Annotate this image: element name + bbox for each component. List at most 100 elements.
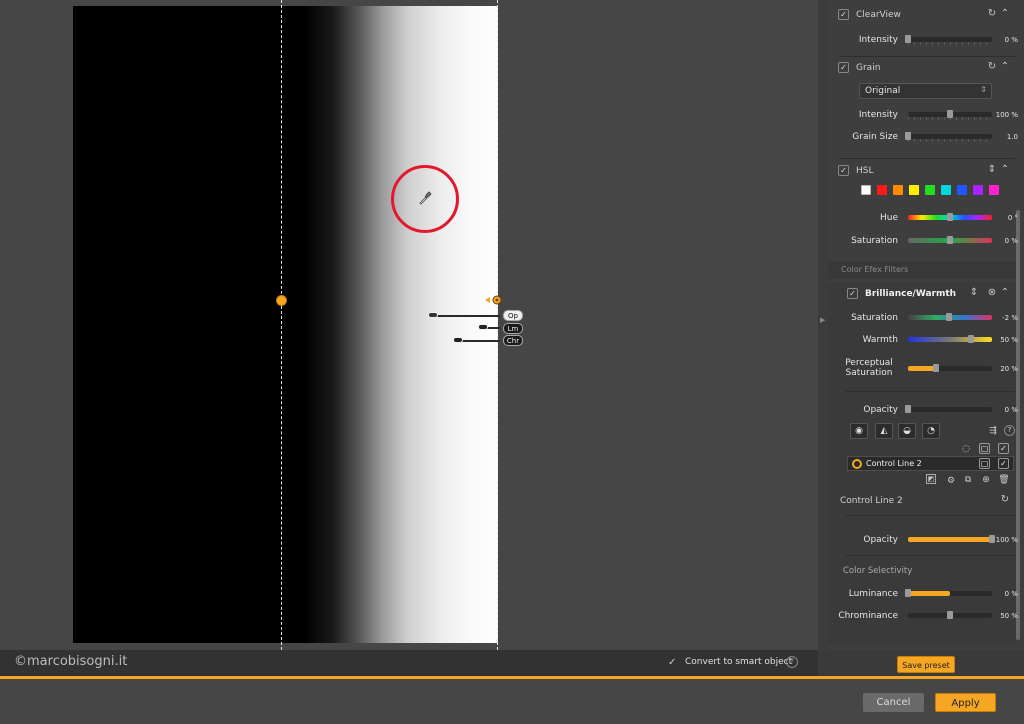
luminance-slider[interactable] xyxy=(905,589,992,597)
brilliance-warmth-value: 50 % xyxy=(1000,336,1018,344)
collapse-arrow-icon[interactable]: ▶ xyxy=(820,316,825,324)
hsl-hue-label: Hue xyxy=(879,213,898,223)
reorder-icon[interactable]: ⇕ xyxy=(986,164,998,176)
control-line-list-item[interactable]: Control Line 2 ▢ ✓ xyxy=(847,456,1014,471)
all-points-checkbox[interactable]: ✓ xyxy=(998,443,1009,454)
hsl-title: HSL xyxy=(856,166,874,176)
color-efex-header: Color Efex Filters xyxy=(841,265,909,274)
hsl-enable-checkbox[interactable]: ✓ xyxy=(838,165,849,176)
reorder-icon[interactable]: ⇕ xyxy=(968,287,980,299)
reset-icon[interactable]: ↻ xyxy=(986,61,998,73)
grain-intensity-slider[interactable] xyxy=(908,110,992,120)
settings-small-icon[interactable]: ⚙ xyxy=(945,475,957,487)
control-line-opacity-value: 100 % xyxy=(995,536,1018,544)
hsl-header: ✓ HSL ⇕ ⌃ xyxy=(838,163,1018,179)
control-label-opacity[interactable]: Op xyxy=(503,310,523,321)
hsl-swatch[interactable] xyxy=(861,185,871,195)
duplicate-icon[interactable]: ⧉ xyxy=(962,474,974,486)
brilliance-warmth-slider[interactable] xyxy=(908,335,992,343)
slider-thumb[interactable] xyxy=(905,35,911,43)
hsl-swatch[interactable] xyxy=(973,185,983,195)
slider-thumb[interactable] xyxy=(905,589,911,597)
grain-size-label: Grain Size xyxy=(852,132,898,142)
grain-title: Grain xyxy=(856,63,881,73)
control-line-opacity-slider[interactable] xyxy=(908,535,995,543)
grain-enable-checkbox[interactable]: ✓ xyxy=(838,62,849,73)
add-ellipse-button[interactable]: ◒ xyxy=(898,423,916,439)
clearview-intensity-slider[interactable] xyxy=(905,35,992,45)
slider-thumb[interactable] xyxy=(905,132,911,140)
hsl-swatch[interactable] xyxy=(893,185,903,195)
hsl-saturation-slider[interactable] xyxy=(908,236,992,244)
app-window: Op Lm Chr ©marcobisogni.it ✓ Convert to … xyxy=(0,0,1024,724)
hsl-swatch[interactable] xyxy=(989,185,999,195)
opacity-stick xyxy=(430,315,500,317)
hsl-swatch[interactable] xyxy=(941,185,951,195)
panel-scrollbar[interactable] xyxy=(1016,210,1020,640)
reset-icon[interactable]: ↻ xyxy=(999,494,1011,506)
chrominance-stick-knob[interactable] xyxy=(453,337,463,343)
control-line-settings-title: Control Line 2 xyxy=(840,496,903,506)
cancel-button[interactable]: Cancel xyxy=(863,693,924,712)
slider-thumb[interactable] xyxy=(968,335,974,343)
show-mask-toggle[interactable]: ▢ xyxy=(979,458,990,469)
brilliance-saturation-slider[interactable] xyxy=(908,313,992,321)
luminance-label: Luminance xyxy=(848,589,898,599)
grain-size-value: 1.0 xyxy=(1006,133,1018,141)
save-preset-button[interactable]: Save preset xyxy=(897,656,955,673)
clearview-intensity-value: 0 % xyxy=(1004,36,1018,44)
hsl-swatch[interactable] xyxy=(957,185,967,195)
slider-thumb[interactable] xyxy=(947,213,953,221)
grain-preset-dropdown[interactable]: Original ⇕ xyxy=(859,83,992,99)
add-control-line-button[interactable]: ◔ xyxy=(922,423,940,439)
hsl-swatch[interactable] xyxy=(925,185,935,195)
hsl-swatch[interactable] xyxy=(877,185,887,195)
color-selectivity-label: Color Selectivity xyxy=(843,566,913,576)
help-icon[interactable]: ? xyxy=(1004,425,1015,436)
control-line-center-point[interactable] xyxy=(276,295,287,306)
apply-button[interactable]: Apply xyxy=(935,693,996,712)
grain-size-slider[interactable] xyxy=(905,132,992,142)
brush-settings-icon[interactable]: ⇶ xyxy=(987,425,999,437)
control-line-icon xyxy=(852,459,862,469)
chrominance-slider[interactable] xyxy=(908,611,992,619)
slider-thumb[interactable] xyxy=(905,405,911,413)
control-line-left-boundary[interactable] xyxy=(281,0,282,650)
panel-collapse-divider[interactable]: ▶ xyxy=(818,0,828,650)
slider-thumb[interactable] xyxy=(947,611,953,619)
slider-thumb[interactable] xyxy=(947,236,953,244)
preview-image[interactable] xyxy=(73,6,498,643)
clearview-intensity-label: Intensity xyxy=(858,35,898,45)
remove-filter-icon[interactable]: ⊗ xyxy=(986,287,998,299)
opacity-stick-knob[interactable] xyxy=(428,312,438,318)
slider-thumb[interactable] xyxy=(947,110,953,118)
collapse-chevron-icon[interactable]: ⌃ xyxy=(999,8,1011,20)
brilliance-perceptual-slider[interactable] xyxy=(908,364,992,372)
hsl-swatch[interactable] xyxy=(909,185,919,195)
slider-thumb[interactable] xyxy=(932,364,939,372)
trash-icon[interactable]: 🗑 xyxy=(998,474,1010,486)
show-mask-toggle[interactable]: ▢ xyxy=(979,443,990,454)
collapse-chevron-icon[interactable]: ⌃ xyxy=(999,287,1011,299)
control-line-right-boundary[interactable] xyxy=(497,0,498,650)
add-gradient-button[interactable]: ◭ xyxy=(875,423,893,439)
luminance-stick-knob[interactable] xyxy=(478,324,488,330)
help-icon[interactable]: ? xyxy=(786,656,798,668)
group-icon[interactable]: ⊕ xyxy=(980,474,992,486)
smart-object-checkbox[interactable]: ✓ xyxy=(668,657,679,668)
control-label-chrominance[interactable]: Chr xyxy=(503,335,523,346)
control-line-checkbox[interactable]: ✓ xyxy=(998,458,1009,469)
reset-icon[interactable]: ↻ xyxy=(986,8,998,20)
clearview-enable-checkbox[interactable]: ✓ xyxy=(838,9,849,20)
canvas-area[interactable]: Op Lm Chr xyxy=(0,0,818,650)
add-control-point-button[interactable]: ◉ xyxy=(850,423,868,439)
mask-icon[interactable]: ◩ xyxy=(926,474,936,484)
collapse-chevron-icon[interactable]: ⌃ xyxy=(999,61,1011,73)
slider-thumb[interactable] xyxy=(946,313,953,321)
control-label-luminance[interactable]: Lm xyxy=(503,323,523,334)
control-line-handle-icon[interactable] xyxy=(485,294,505,306)
hsl-hue-slider[interactable] xyxy=(908,213,992,221)
brilliance-opacity-slider[interactable] xyxy=(905,405,992,413)
brilliance-enable-checkbox[interactable]: ✓ xyxy=(847,288,858,299)
collapse-chevron-icon[interactable]: ⌃ xyxy=(999,164,1011,176)
